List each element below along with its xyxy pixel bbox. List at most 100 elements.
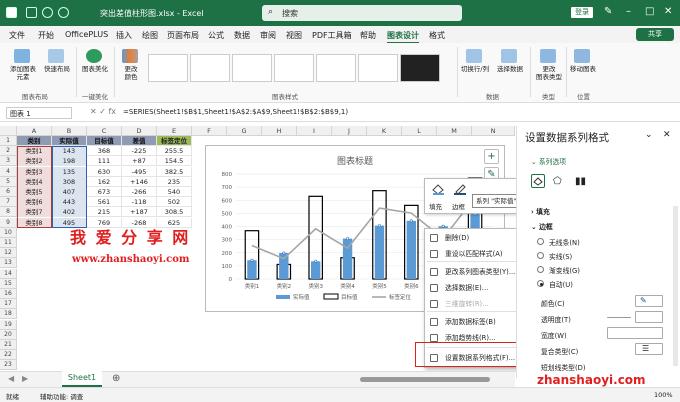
- cell-actual[interactable]: 308: [52, 176, 87, 187]
- row-header[interactable]: 16: [0, 289, 17, 299]
- save-icon[interactable]: [26, 7, 37, 18]
- menu-home[interactable]: 开始: [38, 30, 54, 41]
- tab-nav-right-icon[interactable]: ▶: [22, 374, 28, 383]
- login-button[interactable]: 登录: [571, 7, 593, 18]
- row-header[interactable]: 3: [0, 156, 17, 167]
- pen-icon[interactable]: ✎: [604, 6, 612, 17]
- select-data-button[interactable]: 选择数据: [493, 65, 527, 73]
- select-all-corner[interactable]: [0, 126, 17, 136]
- radio-no-line[interactable]: [537, 238, 544, 245]
- pane-close-icon[interactable]: ✕: [663, 130, 671, 140]
- menu-officeplus[interactable]: OfficePLUS: [65, 30, 108, 39]
- cell-diff[interactable]: -495: [122, 166, 157, 177]
- cell-category[interactable]: 类别8: [17, 217, 52, 228]
- cell-diff[interactable]: +187: [122, 207, 157, 218]
- row-header[interactable]: 12: [0, 248, 17, 259]
- column-header-c[interactable]: C: [87, 126, 122, 136]
- radio-solid-line[interactable]: [537, 252, 544, 259]
- menu-draw[interactable]: 绘图: [142, 30, 158, 41]
- cell-actual[interactable]: 407: [52, 187, 87, 197]
- cell-category[interactable]: 类别3: [17, 166, 52, 177]
- cell-target[interactable]: 368: [87, 146, 122, 157]
- fill-bucket-icon[interactable]: [431, 183, 445, 195]
- cell-target[interactable]: 111: [87, 156, 122, 167]
- cell-diff[interactable]: -225: [122, 146, 157, 157]
- row-header[interactable]: 7: [0, 197, 17, 208]
- transparency-input[interactable]: [635, 311, 663, 323]
- column-header-f[interactable]: F: [192, 126, 227, 136]
- header-cell-target[interactable]: 目标值: [87, 136, 122, 146]
- series-options-tab[interactable]: ⌄ 系列选项: [531, 156, 566, 166]
- header-cell-actual[interactable]: 实际值: [52, 136, 87, 146]
- cell-label-pos[interactable]: 154.5: [157, 156, 192, 167]
- chart-style-5[interactable]: [316, 54, 356, 82]
- menu-view[interactable]: 视图: [286, 30, 302, 41]
- formula-input[interactable]: =SERIES(Sheet1!$B$1,Sheet1!$A$2:$A$9,She…: [123, 108, 348, 116]
- cell-category[interactable]: 类别2: [17, 156, 52, 167]
- row-header[interactable]: 5: [0, 176, 17, 187]
- horizontal-scrollbar[interactable]: [360, 377, 490, 382]
- menu-item-add-data-labels[interactable]: 添加数据标签(B)›: [425, 315, 527, 329]
- cell-actual[interactable]: 402: [52, 207, 87, 218]
- menu-page-layout[interactable]: 页面布局: [167, 30, 199, 41]
- name-box[interactable]: 图表 1: [6, 107, 72, 119]
- chart-style-1[interactable]: [148, 54, 188, 82]
- cell-label-pos[interactable]: 235: [157, 176, 192, 187]
- row-header[interactable]: 18: [0, 309, 17, 320]
- switch-row-col-button[interactable]: 切换行/列: [458, 65, 492, 73]
- row-header[interactable]: 15: [0, 278, 17, 289]
- outline-pen-icon[interactable]: [453, 183, 467, 195]
- header-cell-label-pos[interactable]: 标签定位: [157, 136, 192, 146]
- radio-automatic[interactable]: [537, 280, 544, 287]
- chart-beautify-button[interactable]: 图表美化: [78, 65, 112, 73]
- menu-item-reset-style[interactable]: 重设以匹配样式(A): [425, 247, 527, 261]
- pane-scrollbar[interactable]: [673, 206, 678, 366]
- row-header[interactable]: 10: [0, 227, 17, 238]
- row-header[interactable]: 17: [0, 299, 17, 310]
- fill-section[interactable]: › 填充: [531, 206, 550, 216]
- row-header[interactable]: 4: [0, 166, 17, 177]
- menu-help[interactable]: 帮助: [360, 30, 376, 41]
- menu-chart-design[interactable]: 图表设计: [387, 30, 419, 44]
- chart-style-3[interactable]: [232, 54, 272, 82]
- column-header-h[interactable]: H: [262, 126, 297, 136]
- row-header[interactable]: 8: [0, 207, 17, 218]
- menu-formulas[interactable]: 公式: [208, 30, 224, 41]
- menu-review[interactable]: 审阅: [260, 30, 276, 41]
- column-header-k[interactable]: K: [367, 126, 402, 136]
- cell-target[interactable]: 561: [87, 197, 122, 208]
- row-header[interactable]: 21: [0, 340, 17, 350]
- cell-actual[interactable]: 143: [52, 146, 87, 157]
- row-header[interactable]: 11: [0, 238, 17, 248]
- row-header[interactable]: 13: [0, 258, 17, 269]
- column-header-n[interactable]: N: [472, 126, 515, 136]
- menu-item-change-series-chart-type[interactable]: 更改系列图表类型(Y)...: [425, 265, 527, 279]
- chart-style-2[interactable]: [190, 54, 230, 82]
- radio-gradient-line[interactable]: [537, 266, 544, 273]
- cell-diff[interactable]: -266: [122, 187, 157, 197]
- column-header-e[interactable]: E: [157, 126, 192, 136]
- row-header[interactable]: 22: [0, 350, 17, 361]
- maximize-icon[interactable]: □: [645, 6, 654, 17]
- pane-chevron-icon[interactable]: ⌄: [645, 130, 653, 140]
- close-icon[interactable]: ✕: [664, 6, 672, 17]
- header-cell-diff[interactable]: 差值: [122, 136, 157, 146]
- add-sheet-icon[interactable]: ⊕: [112, 373, 120, 384]
- menu-item-select-data[interactable]: 选择数据(E)...: [425, 281, 527, 295]
- cell-actual[interactable]: 135: [52, 166, 87, 177]
- menu-item-delete[interactable]: 删除(D): [425, 231, 527, 245]
- fx-icon[interactable]: ✕ ✓ fx: [90, 107, 116, 116]
- zoom-level[interactable]: 100%: [654, 391, 673, 399]
- column-header-i[interactable]: I: [297, 126, 332, 136]
- cell-label-pos[interactable]: 308.5: [157, 207, 192, 218]
- row-header[interactable]: 6: [0, 187, 17, 197]
- cell-target[interactable]: 630: [87, 166, 122, 177]
- change-chart-type-button[interactable]: 更改 图表类型: [532, 65, 566, 81]
- move-chart-button[interactable]: 移动图表: [566, 65, 600, 73]
- cell-diff[interactable]: +87: [122, 156, 157, 167]
- column-header-m[interactable]: M: [437, 126, 472, 136]
- sheet-tab-sheet1[interactable]: Sheet1: [62, 371, 102, 387]
- chart-elements-plus-icon[interactable]: +: [484, 149, 499, 164]
- menu-pdf-tools[interactable]: PDF工具箱: [312, 30, 352, 41]
- add-chart-element-button[interactable]: 添加图表 元素: [6, 65, 40, 81]
